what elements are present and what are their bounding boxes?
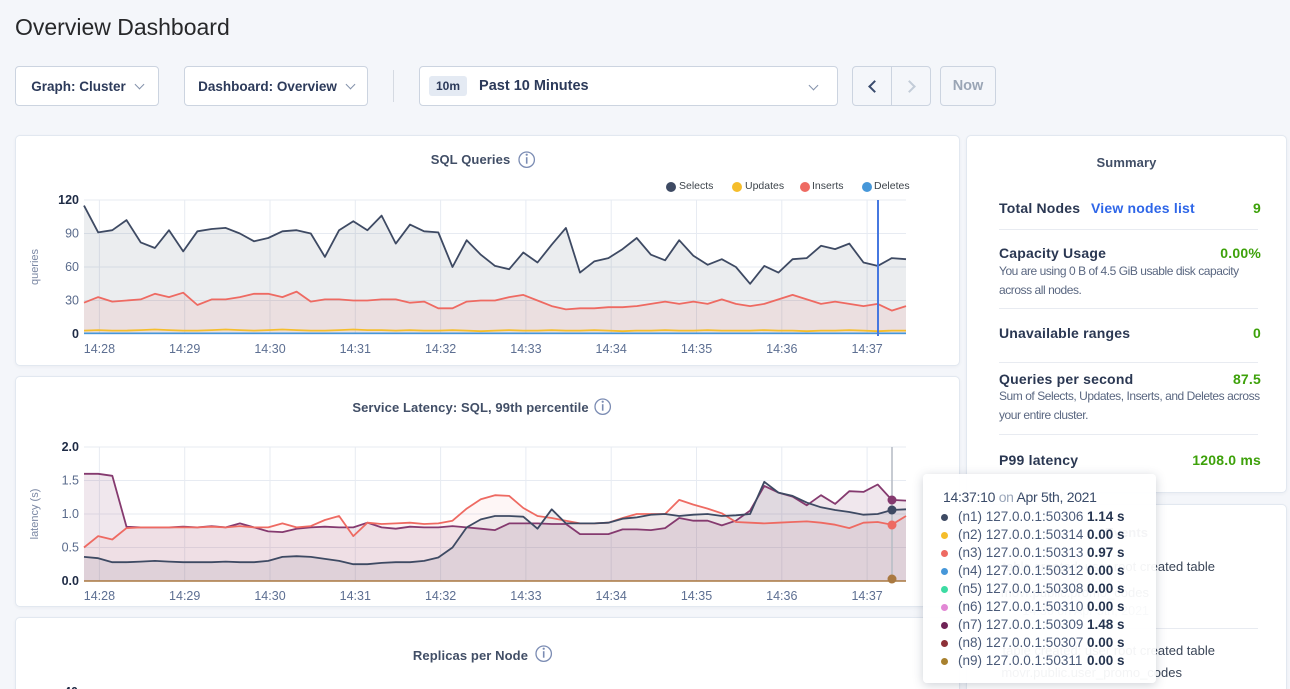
svg-text:14:33: 14:33 [510,589,541,603]
svg-text:14:36: 14:36 [766,342,797,356]
svg-text:latency (s): latency (s) [29,489,41,540]
svg-text:14:37: 14:37 [851,342,882,356]
svg-text:14:36: 14:36 [766,589,797,603]
svg-text:2.0: 2.0 [62,440,79,454]
svg-text:14:30: 14:30 [254,342,285,356]
svg-text:14:29: 14:29 [169,589,200,603]
svg-text:30: 30 [65,294,79,308]
svg-text:14:33: 14:33 [510,342,541,356]
svg-text:14:32: 14:32 [425,589,456,603]
svg-text:0.0: 0.0 [62,574,79,588]
svg-text:14:34: 14:34 [596,589,627,603]
svg-text:14:34: 14:34 [596,342,627,356]
svg-text:90: 90 [65,227,79,241]
svg-text:14:31: 14:31 [340,589,371,603]
svg-text:14:32: 14:32 [425,342,456,356]
svg-text:14:37: 14:37 [851,589,882,603]
svg-text:queries: queries [29,248,41,285]
svg-text:1.0: 1.0 [62,507,79,521]
svg-text:14:35: 14:35 [681,342,712,356]
svg-text:0: 0 [72,327,79,341]
svg-text:14:35: 14:35 [681,589,712,603]
svg-text:60: 60 [65,260,79,274]
svg-text:1.5: 1.5 [62,474,79,488]
svg-text:0.5: 0.5 [62,541,79,555]
svg-text:14:28: 14:28 [84,342,115,356]
svg-text:14:29: 14:29 [169,342,200,356]
svg-text:14:31: 14:31 [340,342,371,356]
svg-text:120: 120 [58,193,79,207]
svg-text:14:28: 14:28 [84,589,115,603]
svg-text:14:30: 14:30 [254,589,285,603]
